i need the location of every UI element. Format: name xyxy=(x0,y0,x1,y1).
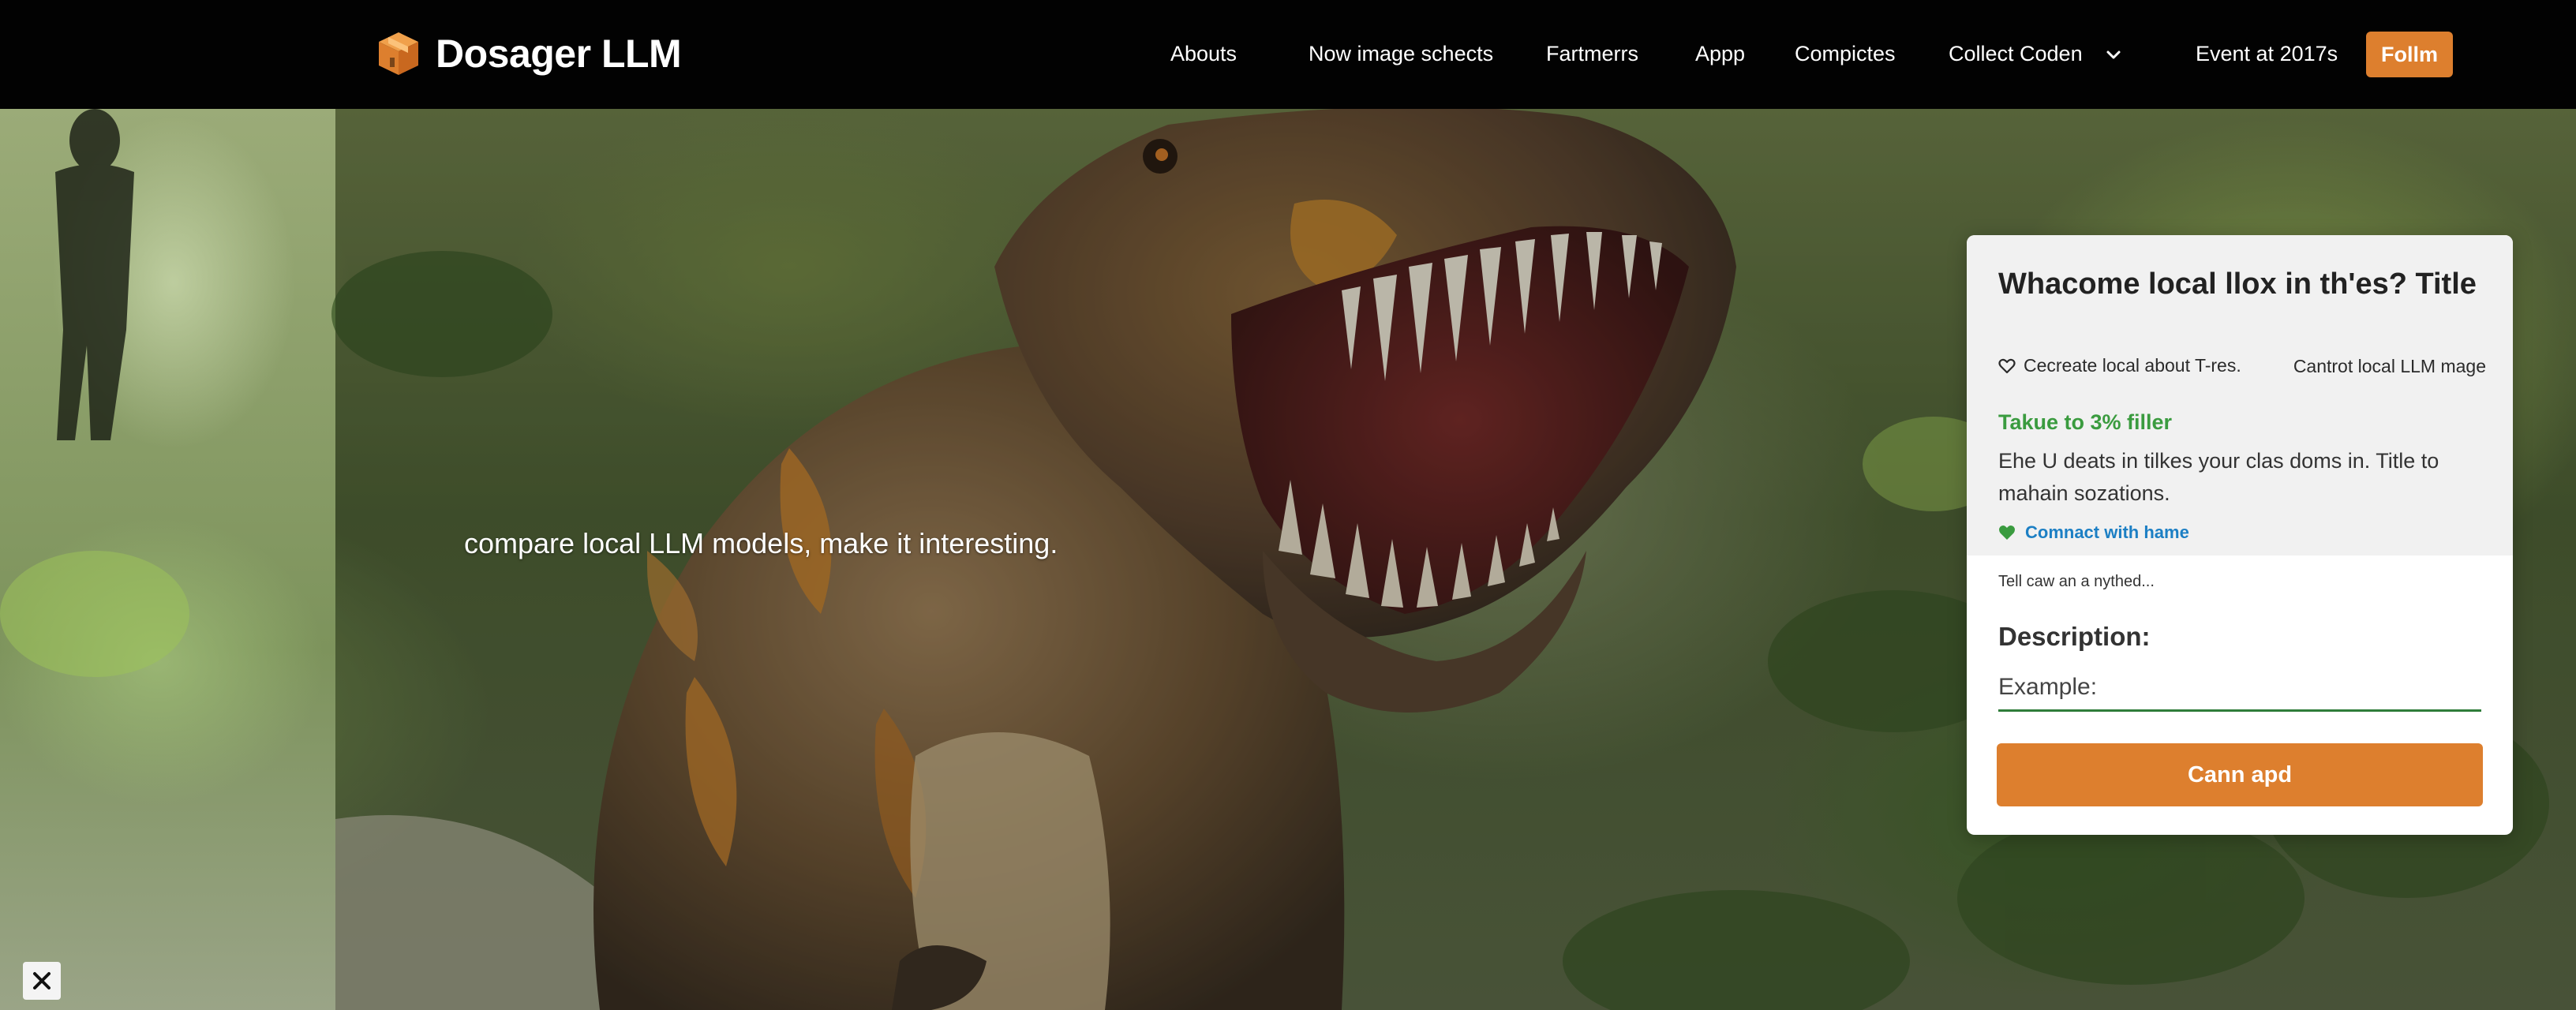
nav-item-image-schects[interactable]: Now image schects xyxy=(1309,36,1493,71)
promo-title: Takue to 3% filler xyxy=(1998,410,2173,434)
description-input[interactable] xyxy=(1998,664,2481,712)
nav-item-compictes[interactable]: Compictes xyxy=(1795,36,1896,71)
signup-card: Whacome local llox in th'es? Title Cecre… xyxy=(1967,235,2513,835)
card-note: Tell caw an a nythed... xyxy=(1998,573,2155,590)
card-title: Whacome local llox in th'es? Title xyxy=(1998,267,2477,301)
follow-button[interactable]: Follm xyxy=(2366,32,2453,77)
chevron-down-icon xyxy=(2106,50,2121,59)
close-icon xyxy=(33,972,51,989)
top-navbar: Dosager LLM Abouts Now image schects Far… xyxy=(0,0,2576,109)
contact-link-label: Comnact with hame xyxy=(2025,522,2189,542)
hero-tagline: compare local LLM models, make it intere… xyxy=(464,527,1058,559)
promo-body: Ehe U deats in tilkes your clas doms in.… xyxy=(1998,449,2439,505)
contact-link[interactable]: Comnact with hame xyxy=(1998,522,2189,543)
nav-item-fartmerrs[interactable]: Fartmerrs xyxy=(1546,36,1638,71)
card-meta-left-text: Cecreate local about T-res. xyxy=(2024,355,2241,376)
submit-button[interactable]: Cann apd xyxy=(1997,743,2483,806)
heart-outline-icon xyxy=(1998,358,2016,373)
brand-link[interactable]: Dosager LLM xyxy=(374,27,682,80)
brand-name: Dosager LLM xyxy=(436,32,682,76)
card-meta-right-link[interactable]: Cantrot local LLM mage xyxy=(2293,356,2486,377)
nav-item-collect-coden[interactable]: Collect Coden xyxy=(1949,36,2121,71)
nav-item-appp[interactable]: Appp xyxy=(1695,36,1745,71)
card-meta-left: Cecreate local about T-res. xyxy=(1998,355,2241,376)
heart-filled-icon xyxy=(1999,526,2015,540)
nav-item-abouts[interactable]: Abouts xyxy=(1170,36,1237,71)
close-button[interactable] xyxy=(23,962,61,1000)
nav-item-collect-coden-label: Collect Coden xyxy=(1949,42,2083,65)
nav-item-event[interactable]: Event at 2017s xyxy=(2196,36,2338,71)
box-logo-icon xyxy=(379,32,418,75)
description-label: Description: xyxy=(1998,622,2151,651)
